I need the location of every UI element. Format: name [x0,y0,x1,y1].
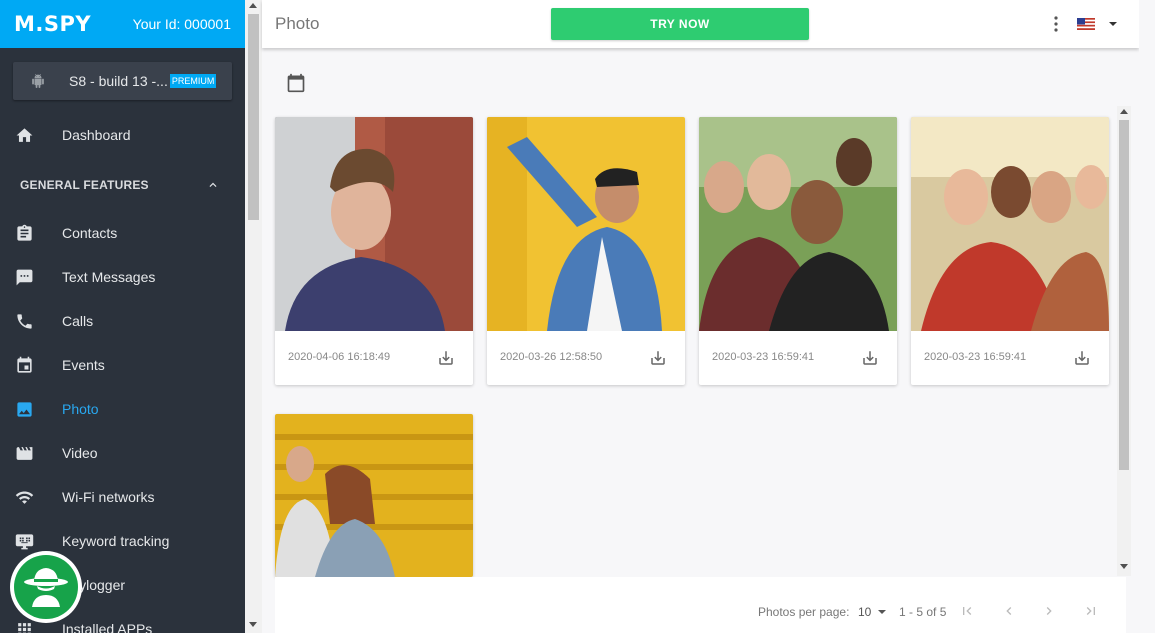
sidebar-item-label: Wi-Fi networks [62,489,155,505]
us-flag-icon[interactable] [1077,18,1095,30]
sidebar-item-wifi-networks[interactable]: Wi-Fi networks [0,477,245,517]
contacts-icon [17,224,32,241]
brand-bar: M.SPY Your Id: 000001 [0,0,245,48]
premium-badge: PREMIUM [169,74,217,88]
logo[interactable]: M.SPY [14,12,91,36]
sidebar-item-label: Calls [62,313,94,329]
photo-image [275,414,473,577]
photo-image [275,117,473,331]
android-icon [32,74,44,88]
sidebar-item-label: Text Messages [62,269,156,285]
app-window: M.SPY Your Id: 000001 S8 - build 13 -...… [0,0,1155,633]
photo-thumbnail[interactable] [487,117,685,331]
photo-thumbnail[interactable] [699,117,897,331]
per-page-caret-icon[interactable] [878,610,886,614]
video-icon [16,446,33,460]
photo-image [487,117,685,331]
phone-icon [17,313,32,329]
sidebar-item-label: Video [62,445,98,461]
sidebar-item-text-messages[interactable]: Text Messages [0,257,245,297]
sidebar-item-label: Events [62,357,105,373]
scroll-down-arrow-icon[interactable] [249,622,257,627]
scroll-up-arrow-icon[interactable] [249,3,257,8]
sidebar-item-label: Keyword tracking [62,533,170,549]
wifi-icon [15,491,34,504]
watermark-badge [10,551,82,623]
sidebar-item-events[interactable]: Events [0,345,245,385]
sidebar-item-label: Contacts [62,225,118,241]
home-icon [16,127,33,142]
photo-card[interactable]: 2020-04-06 16:18:49 [275,117,473,385]
photo-card[interactable]: 2020-03-26 12:58:50 [487,117,685,385]
last-page-icon[interactable] [1083,603,1099,619]
download-icon[interactable] [861,349,879,367]
page-title: Photo [275,14,320,33]
next-page-icon[interactable] [1041,603,1057,619]
main-content: Photo TRY NOW 2020-04-06 16:18:49 2020-0… [262,0,1155,633]
user-id: Your Id: 000001 [132,16,231,32]
photo-date: 2020-03-23 16:59:41 [712,351,815,363]
calendar-icon [17,356,32,373]
download-icon[interactable] [1073,349,1091,367]
download-icon[interactable] [649,349,667,367]
photo-thumbnail[interactable] [275,414,473,577]
message-icon [16,269,33,285]
try-now-button[interactable]: TRY NOW [551,8,809,40]
sidebar-item-label: Installed APPs [62,621,153,633]
scroll-up-arrow-icon[interactable] [1120,109,1128,114]
scroll-down-arrow-icon[interactable] [1120,564,1128,569]
page-range: 1 - 5 of 5 [899,605,947,619]
photo-image [911,117,1109,331]
per-page-select[interactable]: 10 [858,605,871,619]
photo-date: 2020-03-26 12:58:50 [500,351,603,363]
download-icon[interactable] [437,349,455,367]
photo-card[interactable]: 2020-03-23 16:59:41 [699,117,897,385]
sidebar-item-video[interactable]: Video [0,433,245,473]
language-caret-icon[interactable] [1109,22,1117,26]
prev-page-icon[interactable] [1001,603,1017,619]
sidebar-item-label: Dashboard [62,127,131,143]
sidebar: M.SPY Your Id: 000001 S8 - build 13 -...… [0,0,245,633]
sidebar-item-photo[interactable]: Photo [0,389,245,429]
image-icon [17,401,32,417]
photo-date: 2020-04-06 16:18:49 [288,351,391,363]
more-vert-icon[interactable] [1053,16,1059,32]
per-page-label: Photos per page: [758,605,850,619]
sidebar-scrollbar[interactable] [245,0,262,633]
photo-card[interactable] [275,414,473,577]
photo-date: 2020-03-23 16:59:41 [924,351,1027,363]
scrollbar-thumb[interactable] [248,14,259,220]
photo-thumbnail[interactable] [911,117,1109,331]
keyboard-icon [15,533,34,549]
calendar-filter-icon[interactable] [286,73,306,93]
sidebar-item-label: Photo [62,401,99,417]
photo-card[interactable]: 2020-03-23 16:59:41 [911,117,1109,385]
sidebar-item-calls[interactable]: Calls [0,301,245,341]
content-scrollbar[interactable] [1117,106,1131,576]
scrollbar-thumb[interactable] [1119,120,1129,470]
chevron-up-icon[interactable] [206,178,220,192]
top-bar: Photo TRY NOW [262,0,1139,48]
sidebar-item-dashboard[interactable]: Dashboard [0,115,245,155]
apps-icon [18,622,31,633]
first-page-icon[interactable] [959,603,975,619]
photo-image [699,117,897,331]
section-heading[interactable]: GENERAL FEATURES [20,178,149,192]
sidebar-item-contacts[interactable]: Contacts [0,213,245,253]
pagination-bar: Photos per page: 10 1 - 5 of 5 [275,577,1126,633]
spy-hat-icon [24,568,68,607]
device-name: S8 - build 13 -... [69,73,168,89]
window-edge [1139,0,1155,633]
device-selector[interactable]: S8 - build 13 -... PREMIUM [13,62,232,100]
photo-thumbnail[interactable] [275,117,473,331]
